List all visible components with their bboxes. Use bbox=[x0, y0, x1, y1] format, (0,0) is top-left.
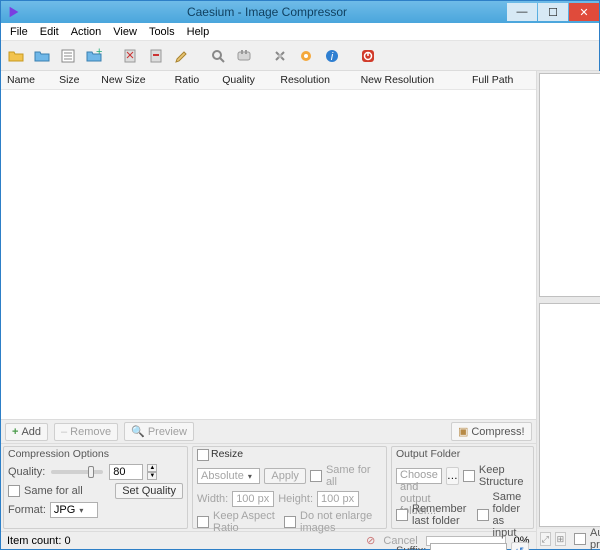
cancel-icon[interactable]: ⊘ bbox=[366, 534, 375, 547]
compress-icon[interactable] bbox=[233, 45, 255, 67]
plus-icon: + bbox=[12, 426, 18, 438]
col-quality[interactable]: Quality bbox=[216, 71, 274, 90]
resize-checkbox[interactable] bbox=[197, 449, 209, 461]
minus-icon: – bbox=[61, 426, 67, 438]
clear-list-icon[interactable] bbox=[145, 45, 167, 67]
same-for-all-label: Same for all bbox=[24, 485, 83, 497]
ellipsis-icon: … bbox=[447, 470, 458, 482]
remove-item-icon[interactable] bbox=[119, 45, 141, 67]
quality-spinner[interactable]: ▲▼ bbox=[147, 464, 157, 480]
keep-structure-checkbox[interactable] bbox=[463, 470, 475, 482]
refresh-icon: ↺ bbox=[515, 545, 524, 550]
compress-button[interactable]: ▣ Compress! bbox=[451, 422, 532, 441]
width-input[interactable]: 100 px bbox=[232, 491, 274, 507]
set-quality-button[interactable]: Set Quality bbox=[115, 483, 183, 499]
keep-structure-label: Keep Structure bbox=[479, 464, 529, 488]
resize-apply-button[interactable]: Apply bbox=[264, 468, 306, 484]
suffix-label: Suffix: bbox=[396, 545, 426, 550]
col-new-resolution[interactable]: New Resolution bbox=[355, 71, 466, 90]
output-folder-input[interactable]: Choose and output folder... bbox=[396, 468, 442, 484]
info-icon[interactable]: i bbox=[321, 45, 343, 67]
output-folder-panel: Output Folder Choose and output folder..… bbox=[391, 446, 534, 529]
col-resolution[interactable]: Resolution bbox=[274, 71, 354, 90]
item-count-label: Item count: 0 bbox=[7, 535, 71, 547]
remove-button-label: Remove bbox=[70, 426, 111, 438]
open-file-icon[interactable] bbox=[5, 45, 27, 67]
actual-size-icon[interactable]: ⊞ bbox=[555, 532, 566, 546]
keep-aspect-checkbox[interactable] bbox=[197, 516, 209, 528]
suffix-input[interactable] bbox=[430, 543, 506, 550]
height-label: Height: bbox=[278, 493, 313, 505]
keep-aspect-label: Keep Aspect Ratio bbox=[213, 510, 280, 534]
same-folder-checkbox[interactable] bbox=[477, 509, 489, 521]
menu-action[interactable]: Action bbox=[66, 25, 107, 39]
remember-folder-checkbox[interactable] bbox=[396, 509, 408, 521]
col-name[interactable]: Name bbox=[1, 71, 53, 90]
fit-icon[interactable]: ⤢ bbox=[540, 532, 551, 546]
menu-tools[interactable]: Tools bbox=[144, 25, 180, 39]
remember-folder-label: Remember last folder bbox=[412, 503, 466, 527]
reset-suffix-button[interactable]: ↺ bbox=[511, 542, 529, 550]
preview-icon[interactable] bbox=[207, 45, 229, 67]
menu-help[interactable]: Help bbox=[182, 25, 215, 39]
resize-same-for-all-label: Same for all bbox=[326, 464, 382, 488]
box-icon: ▣ bbox=[458, 425, 468, 438]
preview-button-label: Preview bbox=[148, 426, 187, 438]
col-full-path[interactable]: Full Path bbox=[466, 71, 536, 90]
menubar: File Edit Action View Tools Help bbox=[1, 23, 599, 41]
col-new-size[interactable]: New Size bbox=[95, 71, 168, 90]
exit-icon[interactable] bbox=[357, 45, 379, 67]
compression-options-title: Compression Options bbox=[8, 448, 183, 460]
preview-compressed-pane bbox=[539, 303, 600, 527]
resize-panel: Resize Absolute▾ Apply Same for all Widt… bbox=[192, 446, 387, 529]
quality-label: Quality: bbox=[8, 466, 45, 478]
menu-file[interactable]: File bbox=[5, 25, 33, 39]
no-enlarge-label: Do not enlarge images bbox=[300, 510, 382, 534]
col-size[interactable]: Size bbox=[53, 71, 95, 90]
auto-preview-checkbox[interactable] bbox=[574, 533, 586, 545]
resize-same-for-all-checkbox[interactable] bbox=[310, 470, 322, 482]
app-icon bbox=[7, 5, 21, 19]
gear-icon[interactable] bbox=[295, 45, 317, 67]
compress-button-label: Compress! bbox=[471, 426, 524, 438]
add-button-label: Add bbox=[21, 426, 41, 438]
settings-icon[interactable] bbox=[269, 45, 291, 67]
window-maximize-button[interactable]: ☐ bbox=[538, 3, 568, 21]
height-input[interactable]: 100 px bbox=[317, 491, 359, 507]
add-folder-icon[interactable]: + bbox=[83, 45, 105, 67]
col-ratio[interactable]: Ratio bbox=[169, 71, 217, 90]
format-label: Format: bbox=[8, 504, 46, 516]
quality-slider[interactable] bbox=[51, 470, 103, 474]
window-minimize-button[interactable]: — bbox=[507, 3, 537, 21]
toolbar: + i bbox=[1, 41, 599, 71]
window-title: Caesium - Image Compressor bbox=[27, 5, 507, 19]
edit-icon[interactable] bbox=[171, 45, 193, 67]
resize-mode-select[interactable]: Absolute▾ bbox=[197, 468, 260, 484]
file-table[interactable]: Name Size New Size Ratio Quality Resolut… bbox=[1, 71, 536, 419]
svg-text:+: + bbox=[96, 48, 102, 58]
format-select[interactable]: JPG▾ bbox=[50, 502, 98, 518]
quality-value-input[interactable]: 80 bbox=[109, 464, 143, 480]
window-close-button[interactable]: ✕ bbox=[569, 3, 599, 21]
open-folder-icon[interactable] bbox=[31, 45, 53, 67]
menu-edit[interactable]: Edit bbox=[35, 25, 64, 39]
add-button[interactable]: + Add bbox=[5, 423, 48, 441]
menu-view[interactable]: View bbox=[108, 25, 142, 39]
same-for-all-checkbox[interactable] bbox=[8, 485, 20, 497]
same-folder-label: Same folder as input bbox=[493, 491, 529, 539]
width-label: Width: bbox=[197, 493, 228, 505]
magnifier-icon: 🔍 bbox=[131, 425, 145, 438]
browse-folder-button[interactable]: … bbox=[446, 467, 459, 485]
preview-button[interactable]: 🔍 Preview bbox=[124, 422, 194, 441]
no-enlarge-checkbox[interactable] bbox=[284, 516, 296, 528]
auto-preview-label: Auto preview bbox=[590, 527, 600, 550]
remove-button[interactable]: – Remove bbox=[54, 423, 118, 441]
resize-title: Resize bbox=[211, 448, 243, 460]
output-folder-title: Output Folder bbox=[396, 448, 529, 460]
compression-options-panel: Compression Options Quality: 80 ▲▼ Same … bbox=[3, 446, 188, 529]
open-list-icon[interactable] bbox=[57, 45, 79, 67]
preview-original-pane bbox=[539, 73, 600, 297]
